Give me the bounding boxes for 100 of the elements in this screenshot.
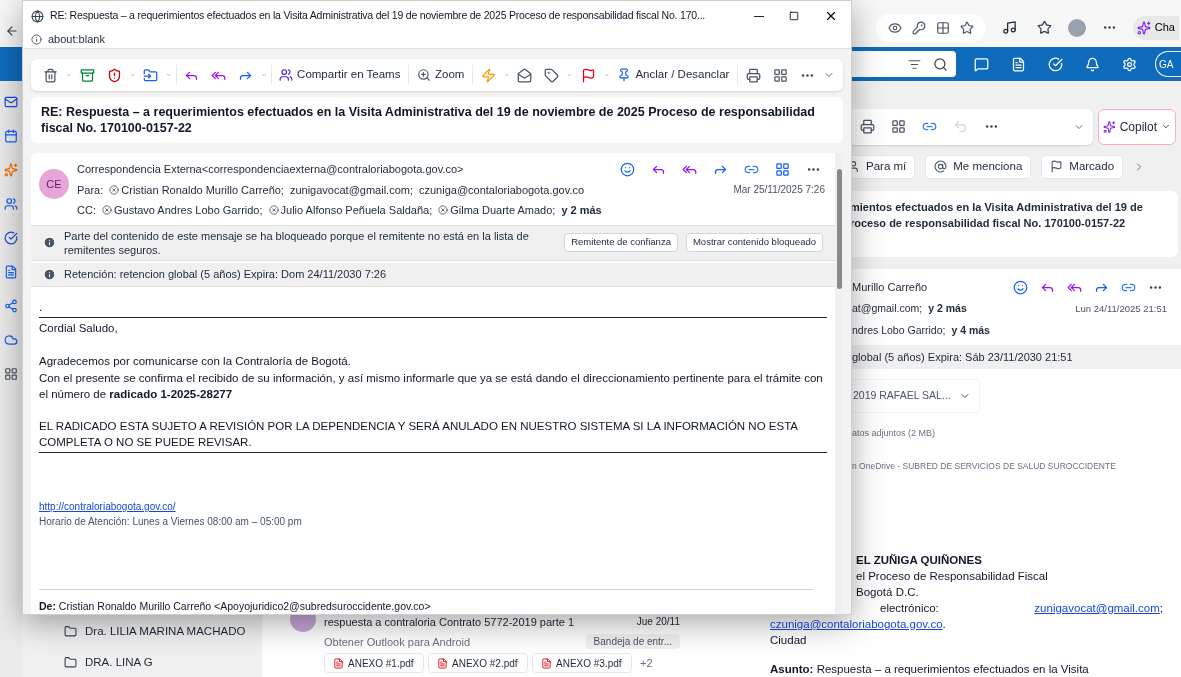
attachment-chip[interactable]: ANEXO #1.pdf — [324, 653, 424, 673]
date-text: Mar 25/11/2025 7:26 — [733, 183, 825, 198]
filter-chip[interactable]: Me menciona — [925, 154, 1032, 179]
window-title: RE: Respuesta – a requerimientos efectuados en la Visita Administrativa del 19 de noviembre de 2025 Proceso de responsabilidad fiscal No. 170... — [50, 8, 706, 24]
attachment-chip[interactable]: ANEXO #3.pdf — [532, 653, 632, 673]
letter-name: EL ZUÑIGA QUIÑONES — [856, 553, 983, 568]
contact-icon — [268, 205, 279, 216]
tab-label: Cha — [1154, 20, 1175, 36]
website-link[interactable]: http://contraloriabogota.gov.co/ — [39, 499, 176, 514]
date-text: Lun 24/11/2025 21:51 — [1075, 302, 1167, 316]
recipient-name[interactable]: Gilma Duarte Amado; — [450, 202, 556, 219]
archive-icon[interactable] — [79, 67, 95, 83]
sender-text[interactable]: Correspondencia Externa<correspondenciaexterna@contraloriabogota.gov.co> — [77, 161, 464, 178]
tag-icon[interactable] — [544, 67, 560, 83]
folder-icon — [64, 655, 77, 669]
notice-button[interactable]: Remitente de confianza — [564, 233, 678, 252]
favorites-icon[interactable] — [1036, 20, 1052, 36]
info-icon — [43, 267, 56, 281]
notice-text: Parte del contenido de este mensaje se ha bloqueado porque el remitente no está en la lista de remitentes seguros. — [64, 228, 530, 257]
music-icon[interactable] — [1001, 20, 1017, 36]
warning-paragraph: EL RADICADO ESTA SUJETO A REVISIÓN POR LA DEPENDENCIA Y SERÁ ANULADO EN NUESTRO SISTEMA SI LA INFORMACIÓN NO ESTA COMPLETA O NO SE PUEDE REVISAR. — [39, 419, 799, 450]
shield-icon[interactable] — [106, 67, 122, 83]
grid-icon[interactable] — [891, 119, 906, 135]
at-sign-icon — [934, 160, 948, 174]
filter-icon[interactable] — [908, 57, 921, 71]
info-icon — [43, 236, 56, 249]
calendar-icon[interactable] — [4, 128, 18, 143]
close-icon — [824, 9, 838, 23]
bell-icon[interactable] — [1085, 56, 1100, 72]
search-icon[interactable] — [933, 56, 948, 72]
attachment-name: ANEXO #1.pdf — [348, 656, 414, 671]
chat-icon[interactable] — [974, 56, 989, 72]
recipient-name[interactable]: Gustavo Andres Lobo Garrido; — [113, 202, 263, 219]
flag-icon — [1050, 160, 1064, 174]
mail-icon[interactable] — [4, 94, 18, 109]
copilot-button[interactable]: Copilot — [1098, 108, 1176, 145]
more-attachments[interactable]: +2 — [640, 654, 653, 672]
minimize-icon — [753, 15, 764, 17]
envelope-icon[interactable] — [517, 67, 533, 83]
recipient-name[interactable]: Cristian Ronaldo Murillo Carreño; — [121, 181, 284, 198]
retention-text: global (5 años) Expira: Sáb 23/11/2030 21:51 — [852, 349, 1073, 365]
document-icon[interactable] — [4, 264, 18, 279]
print-icon[interactable] — [860, 119, 875, 135]
trash-icon[interactable] — [43, 67, 58, 83]
separator-text: ; — [1159, 601, 1163, 616]
pdf-icon — [437, 657, 448, 669]
folder-item[interactable]: DRA. LINA G — [64, 653, 262, 671]
folder-item[interactable]: Dra. LILIA MARINA MACHADO — [64, 622, 262, 640]
grid-icon[interactable] — [935, 20, 950, 35]
star-icon[interactable] — [959, 20, 974, 35]
folder-icon — [64, 624, 77, 638]
notice-button[interactable]: Mostrar contenido bloqueado — [685, 233, 823, 252]
eye-icon[interactable] — [887, 20, 902, 35]
recipient-name[interactable]: Julio Alfonso Peñuela Saldaña; — [280, 202, 433, 219]
message-subject: respuesta a contraloria Contrato 5772-2019 parte 1 — [324, 615, 575, 630]
people-icon[interactable] — [4, 196, 18, 211]
address-bar[interactable]: about:blank — [23, 31, 851, 49]
cloud-icon[interactable] — [4, 332, 18, 347]
copilot-tab-button[interactable]: Cha — [1132, 15, 1179, 40]
globe-icon — [31, 9, 44, 23]
recipient-name: at@gmail.com; — [852, 301, 923, 317]
flag-icon[interactable] — [580, 67, 596, 83]
settings-icon[interactable] — [1122, 56, 1137, 72]
folder-icon[interactable] — [143, 67, 158, 83]
pdf-icon — [333, 657, 344, 669]
filter-chip[interactable]: Marcado — [1041, 154, 1124, 179]
sender-text: Murillo Carreño — [852, 279, 928, 295]
print-icon[interactable] — [745, 67, 761, 83]
message-date: Jue 20/11 — [636, 615, 680, 629]
recipient-name[interactable]: czuniga@contaloriabogota.gov.co — [419, 181, 585, 198]
apps-icon[interactable] — [4, 366, 18, 381]
zoom-button[interactable]: Zoom — [412, 63, 469, 87]
email-link[interactable]: zunigavocat@gmail.com — [1034, 600, 1160, 616]
email-link[interactable]: czuniga@contaloriabogota.gov.co — [770, 616, 943, 632]
sparkle-icon[interactable] — [4, 162, 18, 177]
smile-icon[interactable] — [1013, 279, 1028, 295]
attachment-chip[interactable]: ANEXO #2.pdf — [428, 653, 528, 673]
more-recipients-link[interactable]: y 2 más — [928, 301, 967, 317]
more-recipients-link[interactable]: y 2 más — [561, 202, 602, 219]
recipient-name[interactable]: zunigavocat@gmail.com; — [289, 181, 413, 198]
more-recipients-link[interactable]: y 4 más — [951, 323, 990, 339]
share-teams-button[interactable]: Compartir en Teams — [275, 63, 405, 87]
attachment-name: ANEXO #3.pdf — [556, 656, 622, 671]
letter-city: Bogotá D.C. — [856, 585, 920, 600]
task-icon[interactable] — [1048, 56, 1063, 72]
zoom-icon — [416, 68, 431, 82]
recipient-name: ndres Lobo Garrido; — [852, 323, 946, 338]
pdf-icon — [541, 657, 552, 669]
folder-name: DRA. LINA G — [85, 654, 153, 670]
email-label: electrónico: — [880, 601, 939, 616]
address-text: about:blank — [48, 32, 105, 48]
smile-icon[interactable] — [620, 161, 635, 177]
grid-icon[interactable] — [772, 67, 788, 83]
pin-button[interactable]: Anclar / Desanclar — [613, 63, 734, 87]
grid-icon[interactable] — [775, 161, 790, 177]
check-icon[interactable] — [4, 230, 18, 245]
hours-text: Horario de Atención: Lunes a Viernes 08:00 am – 05:00 pm — [39, 515, 303, 529]
key-icon[interactable] — [911, 20, 926, 35]
network-icon[interactable] — [4, 298, 18, 313]
address-field[interactable] — [875, 13, 986, 42]
